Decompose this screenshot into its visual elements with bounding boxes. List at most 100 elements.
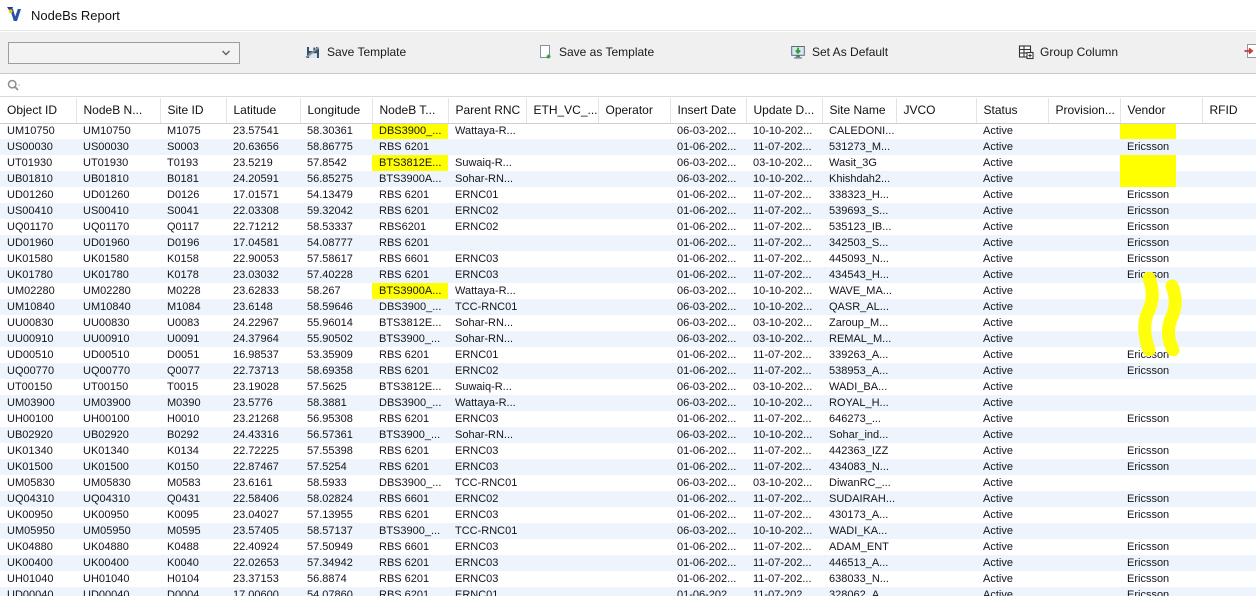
table-row[interactable]: UM05950UM05950M059523.5740558.57137BTS39…: [0, 523, 1256, 539]
table-row[interactable]: UD00510UD00510D005116.9853753.35909RBS 6…: [0, 347, 1256, 363]
table-cell: M0595: [160, 523, 226, 539]
column-header-eth-vc[interactable]: ETH_VC_...: [526, 98, 598, 123]
table-cell: 434083_N...: [822, 459, 896, 475]
table-cell: [598, 315, 670, 331]
table-cell: H0010: [160, 411, 226, 427]
table-cell: BTS3812E...: [372, 315, 448, 331]
export-button[interactable]: [1244, 43, 1256, 59]
table-cell: ERNC02: [448, 203, 526, 219]
table-cell: UK01780: [0, 267, 76, 283]
table-cell: [526, 427, 598, 443]
table-cell: [598, 251, 670, 267]
column-header-longitude[interactable]: Longitude: [300, 98, 372, 123]
table-cell: Ericsson: [1120, 571, 1202, 587]
table-cell: [1048, 139, 1120, 155]
column-header-site-name[interactable]: Site Name: [822, 98, 896, 123]
table-cell: RBS 6201: [372, 203, 448, 219]
table-cell: [598, 459, 670, 475]
table-cell: UH01040: [0, 571, 76, 587]
table-cell: ROYAL_H...: [822, 395, 896, 411]
table-cell: [1202, 507, 1256, 523]
table-row[interactable]: UM10750UM10750M107523.5754158.30361DBS39…: [0, 123, 1256, 139]
table-row[interactable]: UK01500UK01500K015022.8746757.5254RBS 62…: [0, 459, 1256, 475]
table-cell: [896, 219, 976, 235]
table-row[interactable]: UT00150UT00150T001523.1902857.5625BTS381…: [0, 379, 1256, 395]
table-row[interactable]: UM02280UM02280M022823.6283358.267BTS3900…: [0, 283, 1256, 299]
table-cell: UM10840: [76, 299, 160, 315]
table-row[interactable]: UD01960UD01960D019617.0458154.08777RBS 6…: [0, 235, 1256, 251]
column-header-nodeb-t[interactable]: NodeB T...: [372, 98, 448, 123]
table-row[interactable]: UM03900UM03900M039023.577658.3881DBS3900…: [0, 395, 1256, 411]
column-header-insert-date[interactable]: Insert Date: [670, 98, 746, 123]
table-row[interactable]: UM10840UM10840M108423.614858.59646DBS390…: [0, 299, 1256, 315]
table-cell: DBS3900_...: [372, 299, 448, 315]
table-row[interactable]: UT01930UT01930T019323.521957.8542BTS3812…: [0, 155, 1256, 171]
column-header-jvco[interactable]: JVCO: [896, 98, 976, 123]
table-row[interactable]: UK01340UK01340K013422.7222557.55398RBS 6…: [0, 443, 1256, 459]
floppy-disk-icon: [305, 44, 321, 60]
table-row[interactable]: US00410US00410S004122.0330859.32042RBS 6…: [0, 203, 1256, 219]
table-cell: K0040: [160, 555, 226, 571]
group-column-button[interactable]: Group Column: [1018, 44, 1118, 60]
table-cell: 58.3881: [300, 395, 372, 411]
save-template-button[interactable]: Save Template: [305, 44, 406, 60]
table-row[interactable]: UQ04310UQ04310Q043122.5840658.02824RBS 6…: [0, 491, 1256, 507]
table-row[interactable]: UH00100UH00100H001023.2126856.95308RBS 6…: [0, 411, 1256, 427]
table-cell: [526, 363, 598, 379]
column-header-rfid[interactable]: RFID: [1202, 98, 1256, 123]
search-icon[interactable]: [6, 78, 22, 94]
column-header-nodeb-n[interactable]: NodeB N...: [76, 98, 160, 123]
table-row[interactable]: UK04880UK04880K048822.4092457.50949RBS 6…: [0, 539, 1256, 555]
table-cell: 20.63656: [226, 139, 300, 155]
table-row[interactable]: UH01040UH01040H010423.3715356.8874RBS 62…: [0, 571, 1256, 587]
table-cell: 11-07-202...: [746, 347, 822, 363]
template-dropdown[interactable]: [8, 42, 240, 64]
table-cell: [598, 267, 670, 283]
table-row[interactable]: UQ01170UQ01170Q011722.7121258.53337RBS62…: [0, 219, 1256, 235]
table-row[interactable]: UK01580UK01580K015822.9005357.58617RBS 6…: [0, 251, 1256, 267]
column-header-parent-rnc[interactable]: Parent RNC: [448, 98, 526, 123]
table-cell: DBS3900_...: [372, 123, 448, 139]
table-row[interactable]: UB01810UB01810B018124.2059156.85275BTS39…: [0, 171, 1256, 187]
column-header-site-id[interactable]: Site ID: [160, 98, 226, 123]
table-cell: [896, 507, 976, 523]
column-header-operator[interactable]: Operator: [598, 98, 670, 123]
column-header-provision[interactable]: Provision...: [1048, 98, 1120, 123]
column-header-update-d[interactable]: Update D...: [746, 98, 822, 123]
table-row[interactable]: UQ00770UQ00770Q007722.7371358.69358RBS 6…: [0, 363, 1256, 379]
table-cell: UQ04310: [76, 491, 160, 507]
table-row[interactable]: UD01260UD01260D012617.0157154.13479RBS 6…: [0, 187, 1256, 203]
table-row[interactable]: UB02920UB02920B029224.4331656.57361BTS39…: [0, 427, 1256, 443]
table-cell: [1048, 347, 1120, 363]
table-row[interactable]: UK00400UK00400K004022.0265357.34942RBS 6…: [0, 555, 1256, 571]
table-cell: BTS3812E...: [372, 155, 448, 171]
set-as-default-button[interactable]: Set As Default: [790, 44, 888, 60]
table-row[interactable]: UM05830UM05830M058323.616158.5933DBS3900…: [0, 475, 1256, 491]
table-cell: Sohar-RN...: [448, 315, 526, 331]
table-cell: ERNC02: [448, 219, 526, 235]
save-as-template-button[interactable]: Save as Template: [537, 44, 654, 60]
table-cell: UU00910: [76, 331, 160, 347]
table-cell: UM03900: [0, 395, 76, 411]
search-input[interactable]: [23, 77, 1256, 95]
column-header-object-id[interactable]: Object ID: [0, 98, 76, 123]
table-cell: WAVE_MA...: [822, 283, 896, 299]
table-row[interactable]: US00030US00030S000320.6365658.86775RBS 6…: [0, 139, 1256, 155]
table-cell: 11-07-202...: [746, 571, 822, 587]
table-row[interactable]: UD00040UD00040D000417.0060054.07860RBS 6…: [0, 587, 1256, 596]
table-cell: [526, 251, 598, 267]
table-cell: [1120, 171, 1202, 187]
table-cell: [896, 523, 976, 539]
table-cell: [1048, 363, 1120, 379]
column-header-status[interactable]: Status: [976, 98, 1048, 123]
column-header-vendor[interactable]: Vendor: [1120, 98, 1202, 123]
table-cell: RBS 6201: [372, 411, 448, 427]
table-cell: 57.34942: [300, 555, 372, 571]
column-header-latitude[interactable]: Latitude: [226, 98, 300, 123]
table-cell: [1202, 395, 1256, 411]
table-row[interactable]: UK00950UK00950K009523.0402757.13955RBS 6…: [0, 507, 1256, 523]
table-row[interactable]: UU00830UU00830U008324.2296755.96014BTS38…: [0, 315, 1256, 331]
table-row[interactable]: UU00910UU00910U009124.3796455.90502BTS39…: [0, 331, 1256, 347]
table-cell: 03-10-202...: [746, 155, 822, 171]
table-row[interactable]: UK01780UK01780K017823.0303257.40228RBS 6…: [0, 267, 1256, 283]
